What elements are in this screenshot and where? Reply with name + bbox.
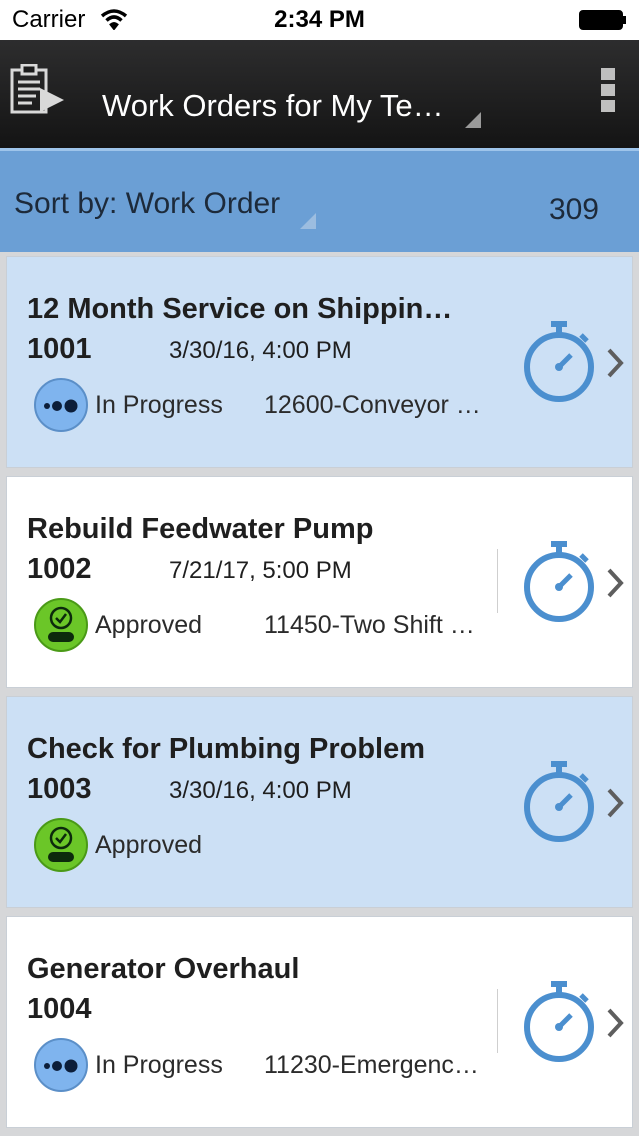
asset-label: 12600-Conveyor … [264,391,481,419]
status-label: In Progress [95,391,223,419]
work-order-title: Rebuild Feedwater Pump [27,513,374,545]
list-item[interactable]: Rebuild Feedwater Pump 1002 7/21/17, 5:0… [6,476,633,688]
work-order-date: 3/30/16, 4:00 PM [169,777,352,804]
work-order-number: 1001 [27,333,92,365]
work-order-title: Generator Overhaul [27,953,300,985]
record-count: 309 [548,193,599,226]
work-order-number: 1003 [27,773,92,805]
status-bar: Carrier 2:34 PM [0,0,639,40]
stopwatch-icon[interactable] [521,319,597,403]
chevron-right-icon[interactable] [605,787,625,819]
work-order-number: 1002 [27,553,92,585]
list-item[interactable]: 12 Month Service on Shippin… 1001 3/30/1… [6,256,633,468]
list-item[interactable]: Generator Overhaul 1004 In Progress 1123… [6,916,633,1128]
title-dropdown-caret-icon[interactable] [465,112,481,128]
in-progress-icon [34,1038,88,1092]
asset-label: 11230-Emergenc… [264,1051,479,1079]
approved-icon [34,598,88,652]
page-title[interactable]: Work Orders for My Te… [102,88,444,124]
chevron-right-icon[interactable] [605,567,625,599]
title-bar: Work Orders for My Te… [0,40,639,148]
approved-icon [34,818,88,872]
status-label: Approved [95,831,203,859]
stopwatch-icon[interactable] [521,759,597,843]
work-order-date: 3/30/16, 4:00 PM [169,337,352,364]
status-label: Approved [95,611,203,639]
stopwatch-icon[interactable] [521,539,597,623]
chevron-right-icon[interactable] [605,347,625,379]
work-order-title: Check for Plumbing Problem [27,733,425,765]
clock: 2:34 PM [274,6,365,33]
list-item[interactable]: Check for Plumbing Problem 1003 3/30/16,… [6,696,633,908]
divider [497,549,498,613]
work-order-title: 12 Month Service on Shippin… [27,293,453,325]
divider [497,989,498,1053]
work-order-number: 1004 [27,993,92,1025]
chevron-right-icon[interactable] [605,1007,625,1039]
sort-bar: Sort by: Work Order 309 [0,148,639,252]
status-label: In Progress [95,1051,223,1079]
sort-selector[interactable]: Sort by: Work Order [14,187,280,221]
battery-icon [579,10,626,30]
work-order-icon[interactable] [8,64,66,116]
vertical-menu-icon[interactable] [601,68,615,112]
sort-dropdown-caret-icon[interactable] [300,213,316,229]
stopwatch-icon[interactable] [521,979,597,1063]
in-progress-icon [34,378,88,432]
asset-label: 11450-Two Shift … [264,611,475,639]
work-order-date: 7/21/17, 5:00 PM [169,557,352,584]
